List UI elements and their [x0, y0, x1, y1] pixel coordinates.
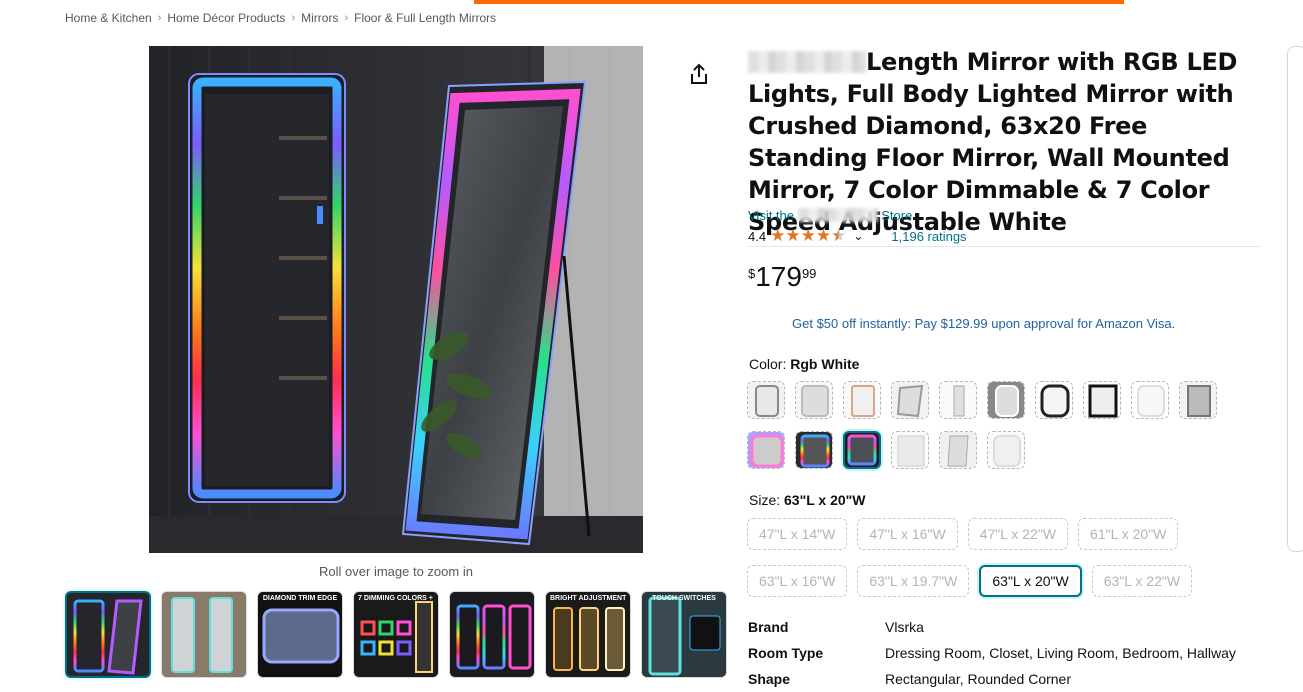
color-swatch[interactable]	[1083, 381, 1121, 419]
size-label-text: Size:	[749, 492, 781, 508]
thumbnail-caption: DIAMOND TRIM EDGE	[262, 595, 338, 602]
size-option[interactable]: 63"L x 16"W	[747, 565, 848, 597]
spec-key: Room Type	[748, 645, 824, 661]
color-swatch[interactable]	[747, 381, 785, 419]
thumbnail-image	[450, 592, 534, 677]
spec-row-room-type: Room Type Dressing Room, Closet, Living …	[748, 640, 1236, 666]
visa-promo-link[interactable]: Get $50 off instantly: Pay $129.99 upon …	[792, 316, 1175, 331]
price-whole: 179	[755, 261, 802, 292]
main-product-image[interactable]	[149, 46, 643, 553]
price: $ 179 99	[748, 262, 816, 292]
half-star-icon: ★	[831, 226, 847, 245]
size-option[interactable]: 61"L x 20"W	[1078, 518, 1179, 550]
thumbnail-strip: DIAMOND TRIM EDGE 7 DIMMING COLORS + NAT…	[65, 591, 727, 678]
thumbnail-3[interactable]: DIAMOND TRIM EDGE	[257, 591, 343, 678]
size-options: 47"L x 14"W 47"L x 16"W 47"L x 22"W 61"L…	[747, 518, 1227, 597]
color-swatch[interactable]	[987, 381, 1025, 419]
redacted-store-name	[797, 208, 878, 222]
zoom-hint: Roll over image to zoom in	[319, 564, 473, 579]
chevron-down-icon[interactable]: ⌄	[853, 229, 863, 243]
color-swatch[interactable]	[795, 431, 833, 469]
breadcrumb-floor-mirrors[interactable]: Floor & Full Length Mirrors	[354, 11, 496, 25]
breadcrumb-separator: ›	[157, 12, 162, 24]
star-icon: ★	[785, 226, 801, 245]
thumbnail-image	[258, 592, 342, 677]
star-icon: ★	[770, 226, 786, 245]
spec-row-brand: Brand Vlsrka	[748, 614, 1236, 640]
thumbnail-5[interactable]	[449, 591, 535, 678]
selected-size: 63"L x 20"W	[784, 492, 866, 508]
share-icon[interactable]	[688, 62, 710, 86]
spec-value: Rectangular, Rounded Corner	[885, 671, 1072, 687]
ratings-count-link[interactable]: 1,196 ratings	[891, 229, 966, 244]
color-swatch[interactable]	[795, 381, 833, 419]
size-option[interactable]: 63"L x 22"W	[1091, 565, 1193, 597]
selected-color: Rgb White	[790, 356, 860, 372]
thumbnail-image	[354, 592, 438, 677]
thumbnail-6[interactable]: BRIGHT ADJUSTMENT	[545, 591, 631, 678]
color-swatch[interactable]	[1035, 381, 1073, 419]
thumbnail-7[interactable]: TOUCH SWITCHES	[641, 591, 727, 678]
spec-key: Brand	[748, 619, 789, 635]
color-swatch[interactable]	[939, 381, 977, 419]
spec-key: Shape	[748, 671, 791, 687]
breadcrumb-mirrors[interactable]: Mirrors	[301, 11, 338, 25]
mirror-product-photo	[149, 46, 643, 553]
thumbnail-1[interactable]	[65, 591, 151, 678]
star-icon: ★	[800, 226, 816, 245]
color-swatch[interactable]	[1179, 381, 1217, 419]
color-label-text: Color:	[749, 356, 787, 372]
color-swatch[interactable]	[1131, 381, 1169, 419]
top-accent-bar	[474, 0, 1124, 4]
color-swatch[interactable]	[939, 431, 977, 469]
color-swatch[interactable]	[747, 431, 785, 469]
breadcrumb-separator: ›	[291, 12, 296, 24]
spec-row-shape: Shape Rectangular, Rounded Corner	[748, 666, 1236, 692]
thumbnail-caption: 7 DIMMING COLORS + NATURAL LIGHTING	[358, 595, 434, 602]
size-option[interactable]: 63"L x 19.7"W	[857, 565, 970, 597]
color-swatches	[747, 381, 1227, 469]
color-swatch-selected[interactable]	[843, 431, 881, 469]
spec-value: Vlsrka	[885, 619, 924, 635]
breadcrumb-home-kitchen[interactable]: Home & Kitchen	[65, 11, 152, 25]
rating-value: 4.4	[748, 228, 767, 244]
color-swatch[interactable]	[987, 431, 1025, 469]
size-option[interactable]: 47"L x 22"W	[967, 518, 1069, 550]
breadcrumb-separator: ›	[344, 12, 349, 24]
size-label: Size: 63"L x 20"W	[749, 492, 866, 508]
size-option[interactable]: 47"L x 14"W	[747, 518, 848, 550]
thumbnail-caption: TOUCH SWITCHES	[652, 595, 716, 602]
color-swatch[interactable]	[891, 431, 929, 469]
color-swatch[interactable]	[891, 381, 929, 419]
star-rating[interactable]: ★ ★ ★ ★ ★	[770, 226, 847, 245]
thumbnail-image	[67, 593, 149, 676]
spec-value: Dressing Room, Closet, Living Room, Bedr…	[885, 645, 1236, 661]
star-icon: ★	[815, 226, 832, 245]
thumbnail-image	[642, 592, 726, 677]
size-option-selected[interactable]: 63"L x 20"W	[979, 565, 1082, 597]
product-specs: Brand Vlsrka Room Type Dressing Room, Cl…	[748, 614, 1236, 692]
thumbnail-image	[162, 592, 246, 677]
thumbnail-2[interactable]	[161, 591, 247, 678]
store-link-prefix: Visit the	[748, 208, 795, 223]
store-link-suffix: Store	[881, 208, 913, 223]
rating-row: 4.4 ★ ★ ★ ★ ★ ⌄ 1,196 ratings	[748, 226, 967, 245]
color-swatch[interactable]	[843, 381, 881, 419]
breadcrumb: Home & Kitchen › Home Décor Products › M…	[65, 11, 496, 25]
buy-box-panel	[1287, 46, 1303, 552]
color-label: Color: Rgb White	[749, 356, 859, 372]
price-symbol: $	[748, 266, 756, 281]
size-option[interactable]: 47"L x 16"W	[857, 518, 958, 550]
price-fraction: 99	[801, 266, 817, 281]
redacted-brand-text	[748, 51, 866, 73]
visit-store-link[interactable]: Visit the Store	[748, 208, 912, 223]
thumbnail-caption: BRIGHT ADJUSTMENT	[550, 595, 626, 602]
thumbnail-image	[546, 592, 630, 677]
breadcrumb-home-decor[interactable]: Home Décor Products	[167, 11, 285, 25]
divider	[748, 246, 1261, 247]
thumbnail-4[interactable]: 7 DIMMING COLORS + NATURAL LIGHTING	[353, 591, 439, 678]
